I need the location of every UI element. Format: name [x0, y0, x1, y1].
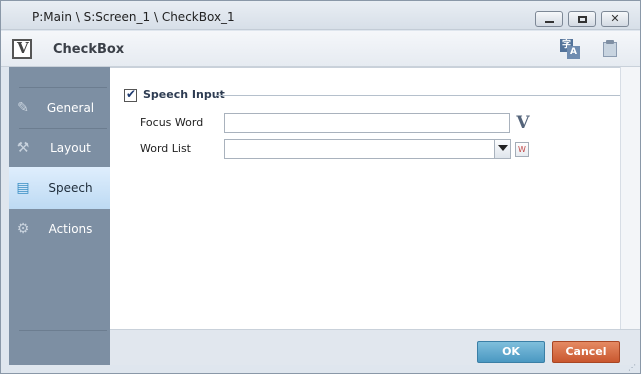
sidebar-divider [19, 330, 107, 331]
speech-panel: ✔ Speech Input Focus Word V Word List W [110, 67, 620, 329]
chevron-down-icon [498, 145, 508, 151]
maximize-icon [578, 16, 587, 23]
clipboard-icon[interactable] [601, 39, 621, 59]
speech-input-checkbox[interactable]: ✔ [124, 87, 137, 102]
dialog-footer: OK Cancel [110, 329, 640, 365]
minimize-button[interactable] [535, 11, 563, 27]
ok-button[interactable]: OK [477, 341, 545, 363]
word-list-editor-icon[interactable]: W [515, 142, 529, 157]
close-button[interactable]: ✕ [601, 11, 629, 27]
word-list-dropdown[interactable] [224, 139, 511, 159]
sidebar: ✎ General ⚒ Layout ▤ Speech ⚙ Actions [9, 67, 110, 365]
translate-icon[interactable]: 字 A [560, 39, 580, 59]
sidebar-item-speech[interactable]: ▤ Speech [9, 167, 110, 209]
checkbox-icon: V [12, 39, 32, 59]
title-bar[interactable]: P:Main \ S:Screen_1 \ CheckBox_1 ✕ [1, 1, 640, 30]
translate-icon-glyph-b: A [567, 46, 580, 59]
page-title: CheckBox [53, 42, 125, 57]
word-list-label: Word List [140, 142, 191, 155]
group-divider [216, 95, 620, 96]
sidebar-item-label: General [46, 101, 95, 115]
maximize-button[interactable] [568, 11, 596, 27]
focus-word-input[interactable] [224, 113, 510, 133]
dialog-header: V CheckBox 字 A [1, 31, 640, 67]
minimize-icon [545, 21, 554, 23]
sidebar-item-layout[interactable]: ⚒ Layout [9, 127, 110, 169]
resize-grip-icon[interactable]: ⋰ [628, 363, 638, 373]
panel-margin [620, 67, 640, 329]
checkbox-icon-glyph: V [17, 39, 29, 57]
clipboard-clip [606, 40, 614, 44]
focus-word-label: Focus Word [140, 116, 204, 129]
sidebar-item-general[interactable]: ✎ General [9, 87, 110, 129]
dropdown-button[interactable] [494, 140, 510, 158]
sidebar-item-label: Actions [48, 222, 93, 236]
window-title: P:Main \ S:Screen_1 \ CheckBox_1 [32, 10, 235, 24]
sidebar-item-actions[interactable]: ⚙ Actions [9, 208, 110, 250]
checkbox-properties-dialog: P:Main \ S:Screen_1 \ CheckBox_1 ✕ V Che… [0, 0, 641, 374]
speech-input-label[interactable]: Speech Input [143, 88, 225, 101]
cancel-button[interactable]: Cancel [552, 341, 620, 363]
clipboard-pad [603, 42, 617, 57]
sidebar-item-label: Speech [48, 181, 93, 195]
check-icon: ✔ [126, 87, 137, 101]
close-icon: ✕ [610, 12, 620, 25]
sidebar-item-label: Layout [50, 141, 91, 155]
verify-icon[interactable]: V [514, 114, 532, 132]
